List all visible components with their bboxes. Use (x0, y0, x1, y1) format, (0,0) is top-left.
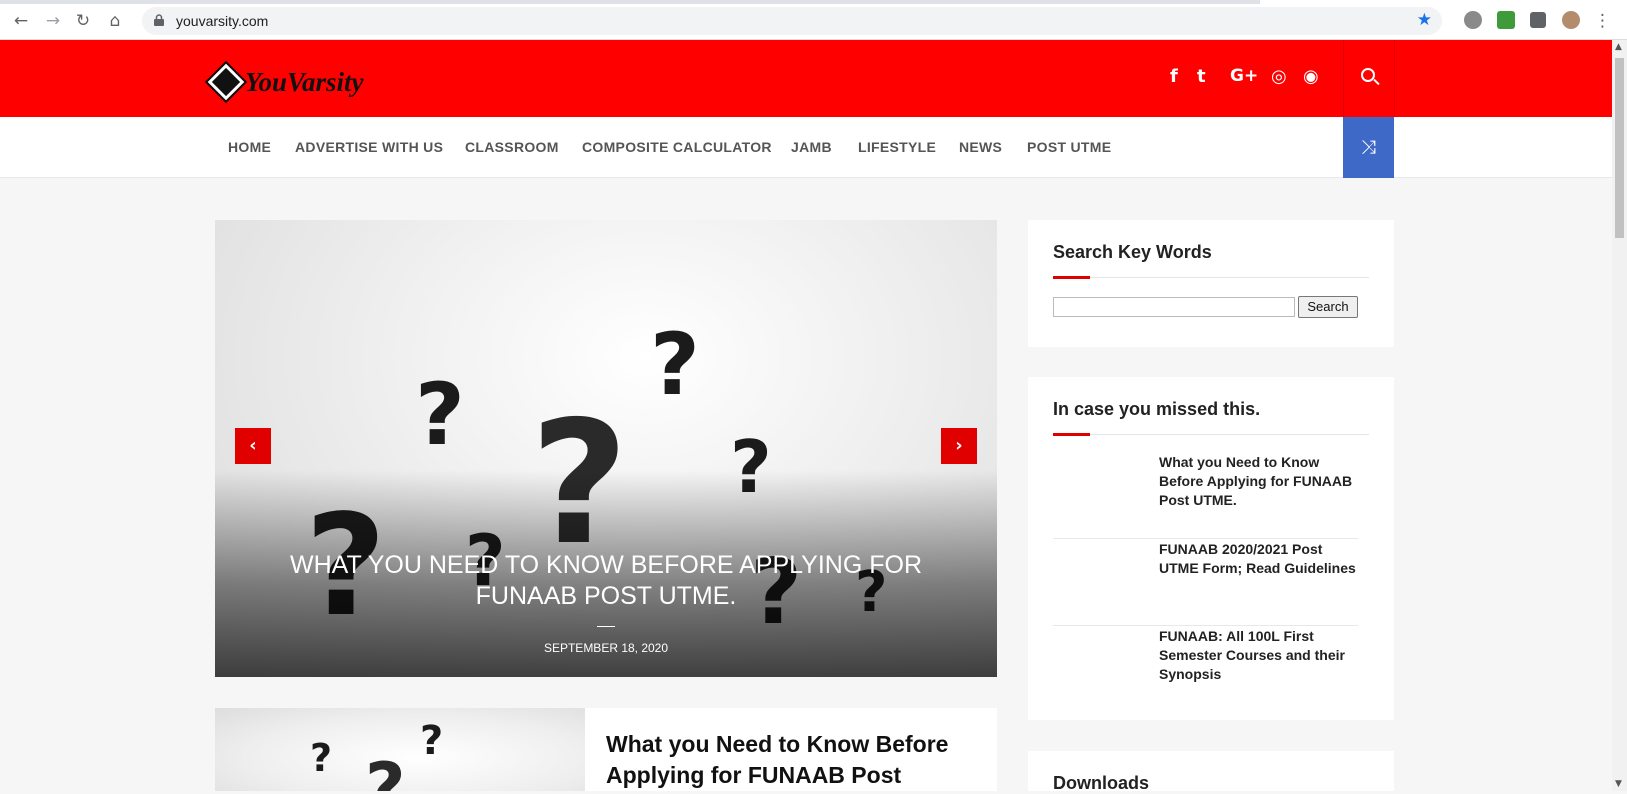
back-icon[interactable]: ← (10, 10, 32, 32)
address-bar[interactable]: youvarsity.com ★ (142, 7, 1442, 35)
slider-next-button[interactable]: › (941, 428, 977, 464)
chevron-right-icon: › (955, 435, 963, 456)
list-item[interactable]: FUNAAB 2020/2021 Post UTME Form; Read Gu… (1053, 540, 1358, 626)
main-navigation: HOME ADVERTISE WITH US CLASSROOM COMPOSI… (0, 117, 1612, 178)
home-icon[interactable]: ⌂ (104, 10, 126, 32)
logo-mark-icon (204, 60, 248, 104)
widget-divider (1053, 277, 1369, 278)
forward-icon[interactable]: → (42, 10, 64, 32)
sidebar-search-button[interactable]: Search (1298, 296, 1358, 318)
extensions-puzzle-icon[interactable] (1530, 12, 1546, 28)
question-mark-graphic: ? (650, 315, 700, 415)
slide-date: SEPTEMBER 18, 2020 (543, 641, 669, 655)
question-mark-graphic: ? (310, 736, 333, 780)
scroll-down-icon[interactable]: ▼ (1615, 779, 1622, 789)
scroll-up-icon[interactable]: ▲ (1615, 42, 1622, 52)
bookmark-star-icon[interactable]: ★ (1417, 10, 1432, 30)
list-item[interactable]: What you Need to Know Before Applying fo… (1053, 453, 1358, 539)
scrollbar-thumb[interactable] (1615, 58, 1624, 238)
shuffle-icon: ⤨ (1360, 136, 1377, 158)
nav-item-classroom[interactable]: CLASSROOM (465, 139, 559, 155)
chevron-left-icon: ‹ (249, 435, 257, 456)
widget-title: In case you missed this. (1053, 399, 1261, 419)
lock-icon (154, 14, 164, 26)
nav-item-news[interactable]: NEWS (959, 139, 1002, 155)
post-card: ? ? ? What you Need to Know Before Apply… (215, 708, 997, 791)
missed-item-title[interactable]: What you Need to Know Before Applying fo… (1159, 453, 1359, 510)
header-search-button[interactable] (1343, 40, 1395, 117)
nav-item-lifestyle[interactable]: LIFESTYLE (858, 139, 936, 155)
extension-html-icon[interactable] (1497, 11, 1515, 29)
widget-divider (1053, 434, 1369, 435)
rss-icon[interactable]: ◉ (1303, 66, 1319, 87)
missed-item-thumbnail[interactable] (1053, 545, 1143, 605)
missed-item-title[interactable]: FUNAAB: All 100L First Semester Courses … (1159, 627, 1359, 684)
widget-accent-bar (1053, 276, 1090, 279)
question-mark-graphic: ? (420, 718, 444, 764)
search-widget: Search Key Words Search (1028, 220, 1394, 347)
list-item[interactable]: FUNAAB: All 100L First Semester Courses … (1053, 627, 1358, 713)
facebook-icon[interactable]: f (1170, 66, 1178, 87)
random-post-button[interactable]: ⤨ (1343, 117, 1394, 178)
nav-item-advertise[interactable]: ADVERTISE WITH US (295, 139, 443, 155)
slider-prev-button[interactable]: ‹ (235, 428, 271, 464)
slide-title[interactable]: WHAT YOU NEED TO KNOW BEFORE APPLYING FO… (275, 550, 937, 612)
nav-item-post-utme[interactable]: POST UTME (1027, 139, 1111, 155)
slide-divider (597, 626, 615, 627)
browser-menu-icon[interactable]: ⋮ (1594, 10, 1611, 32)
sidebar-search-input[interactable] (1053, 297, 1295, 317)
instagram-icon[interactable]: ◎ (1271, 66, 1287, 87)
logo-text: YouVarsity (245, 67, 364, 97)
nav-item-home[interactable]: HOME (228, 139, 271, 155)
url-text: youvarsity.com (176, 13, 269, 29)
twitter-icon[interactable]: t (1197, 66, 1206, 87)
tab-strip (0, 0, 1260, 4)
missed-item-thumbnail[interactable] (1053, 458, 1143, 518)
site-header: YouVarsity f t G+ ◎ ◉ (0, 40, 1612, 117)
google-plus-icon[interactable]: G+ (1230, 66, 1258, 86)
page-scrollbar[interactable]: ▲ ▼ (1612, 40, 1627, 791)
post-thumbnail[interactable]: ? ? ? (215, 708, 585, 791)
missed-item-thumbnail[interactable] (1053, 632, 1143, 692)
downloads-widget: Downloads (1028, 751, 1394, 793)
extension-bug-icon[interactable] (1464, 11, 1482, 29)
profile-avatar[interactable] (1562, 11, 1580, 29)
reload-icon[interactable]: ↻ (72, 10, 94, 32)
nav-item-jamb[interactable]: JAMB (791, 139, 832, 155)
post-title[interactable]: What you Need to Know Before Applying fo… (606, 729, 976, 791)
question-mark-graphic: ? (365, 748, 406, 791)
browser-toolbar: ← → ↻ ⌂ youvarsity.com ★ ⋮ (0, 0, 1627, 40)
missed-item-title[interactable]: FUNAAB 2020/2021 Post UTME Form; Read Gu… (1159, 540, 1359, 578)
featured-slider[interactable]: ? ? ? ? ? ? ? ? ‹ › WHAT YOU NEED TO KNO… (215, 220, 997, 677)
question-mark-graphic: ? (415, 365, 465, 465)
missed-widget: In case you missed this. What you Need t… (1028, 377, 1394, 720)
widget-accent-bar (1053, 433, 1090, 436)
widget-title: Search Key Words (1053, 242, 1212, 262)
nav-item-composite-calculator[interactable]: COMPOSITE CALCULATOR (582, 139, 772, 155)
search-icon (1361, 68, 1375, 82)
